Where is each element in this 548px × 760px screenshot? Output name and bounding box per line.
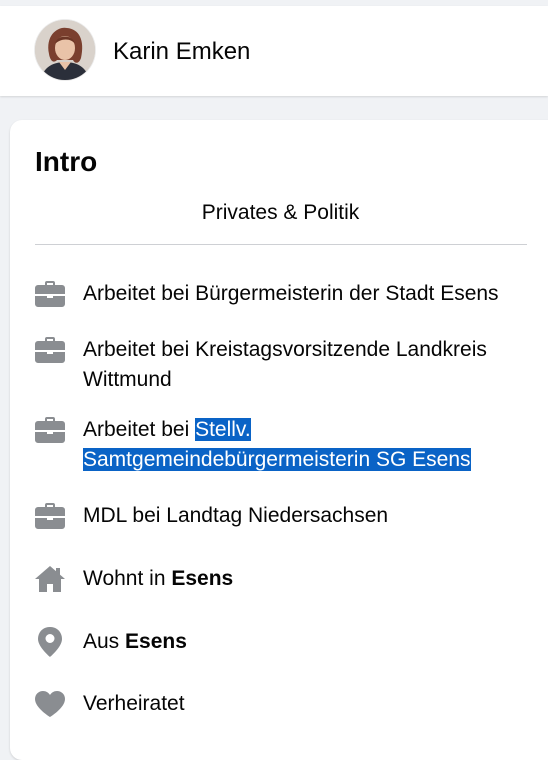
relationship-status: Verheiratet	[83, 692, 185, 715]
home-icon	[33, 564, 67, 594]
avatar[interactable]	[35, 20, 95, 80]
briefcase-icon	[33, 335, 67, 365]
divider	[35, 244, 527, 245]
intro-item-text: Arbeitet bei Stellv. Samtgemeindebürgerme…	[83, 415, 523, 475]
profile-name[interactable]: Karin Emken	[113, 38, 250, 66]
intro-item-text: Aus Esens	[83, 627, 523, 657]
intro-item-text: Wohnt in Esens	[83, 564, 523, 594]
heart-icon	[33, 689, 67, 719]
intro-item-from: Aus Esens	[33, 627, 523, 657]
workplace-link[interactable]: Bürgermeisterin der Stadt Esens	[195, 282, 498, 305]
intro-item-text: Arbeitet bei Bürgermeisterin der Stadt E…	[83, 279, 523, 309]
intro-item-prefix: Arbeitet bei	[83, 418, 196, 441]
intro-item-text: Arbeitet bei Kreistagsvorsitzende Landkr…	[83, 335, 523, 395]
intro-item-prefix: Arbeitet bei	[83, 338, 196, 361]
profile-header: Karin Emken	[0, 6, 548, 96]
intro-item-work-4: MDL bei Landtag Niedersachsen	[33, 501, 523, 531]
intro-item-work-1: Arbeitet bei Bürgermeisterin der Stadt E…	[33, 279, 523, 309]
intro-item-work-3: Arbeitet bei Stellv. Samtgemeindebürgerme…	[33, 415, 523, 475]
city-link[interactable]: Esens	[171, 567, 233, 590]
intro-item-lives-in: Wohnt in Esens	[33, 564, 523, 594]
intro-card: Intro Privates & Politik Arbeitet bei Bü…	[10, 120, 548, 760]
city-link[interactable]: Esens	[125, 630, 187, 653]
intro-item-prefix: Arbeitet bei	[83, 282, 196, 305]
workplace-link[interactable]: Landtag Niedersachsen	[166, 504, 388, 527]
intro-item-relationship: Verheiratet	[33, 689, 523, 719]
briefcase-icon	[33, 501, 67, 531]
intro-item-work-2: Arbeitet bei Kreistagsvorsitzende Landkr…	[33, 335, 523, 395]
briefcase-icon	[33, 279, 67, 309]
briefcase-icon	[33, 415, 67, 445]
intro-bio: Privates & Politik	[201, 201, 360, 224]
intro-item-prefix: Aus	[83, 630, 126, 653]
intro-item-text: MDL bei Landtag Niedersachsen	[83, 501, 523, 531]
workplace-link-selected[interactable]: Samtgemeindebürgermeisterin SG Esens	[83, 448, 471, 471]
intro-title: Intro	[35, 146, 98, 177]
intro-item-prefix: Wohnt in	[83, 567, 172, 590]
intro-item-prefix: MDL bei	[83, 504, 167, 527]
location-pin-icon	[33, 627, 67, 657]
workplace-link-selected[interactable]: Stellv.	[195, 418, 251, 441]
